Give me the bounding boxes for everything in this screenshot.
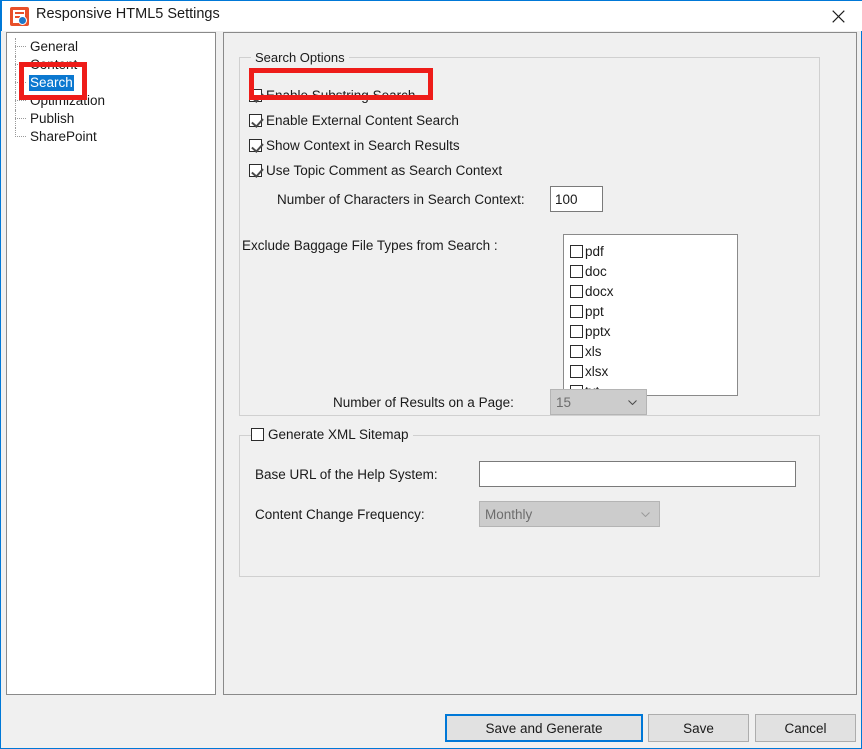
results-per-page-label: Number of Results on a Page:	[333, 395, 514, 410]
sidebar-item-label: Search	[29, 75, 74, 91]
checkbox-box[interactable]	[249, 114, 262, 127]
list-item[interactable]: pptx	[570, 321, 737, 341]
base-url-label: Base URL of the Help System:	[255, 467, 438, 482]
app-document-icon	[10, 7, 29, 26]
list-item[interactable]: xls	[570, 341, 737, 361]
checkbox-box[interactable]	[570, 264, 583, 278]
tree-line	[15, 74, 16, 92]
list-item-label: xlsx	[585, 363, 609, 379]
sidebar-item-content[interactable]: Content	[7, 56, 215, 74]
checkbox-box[interactable]	[570, 344, 583, 358]
change-frequency-label: Content Change Frequency:	[255, 507, 425, 522]
sidebar-item-label: SharePoint	[30, 129, 97, 144]
list-item[interactable]: xlsx	[570, 361, 737, 381]
save-button[interactable]: Save	[648, 714, 749, 742]
list-item[interactable]: ppt	[570, 301, 737, 321]
xml-sitemap-group: Generate XML Sitemap Base URL of the Hel…	[239, 427, 820, 577]
checkbox-box[interactable]	[570, 364, 583, 378]
checkbox-box[interactable]	[249, 164, 262, 177]
checkbox-box[interactable]	[570, 284, 583, 298]
checkbox-box[interactable]	[570, 244, 583, 258]
chars-in-context-label: Number of Characters in Search Context:	[277, 192, 525, 207]
excluded-file-types-list[interactable]: pdf doc docx ppt pptx xls xlsx	[563, 234, 738, 396]
checkbox-box[interactable]	[570, 304, 583, 318]
list-item-label: ppt	[585, 303, 604, 319]
close-icon[interactable]	[816, 1, 861, 31]
cancel-button[interactable]: Cancel	[755, 714, 856, 742]
settings-content-panel: Search Options Enable Substring Search E…	[223, 32, 857, 695]
tree-line	[15, 46, 26, 47]
change-frequency-select[interactable]: Monthly	[479, 501, 660, 527]
search-options-group: Search Options Enable Substring Search E…	[239, 50, 820, 416]
tree-line	[15, 110, 16, 128]
tree-line	[15, 100, 26, 101]
exclude-baggage-label: Exclude Baggage File Types from Search :	[242, 238, 498, 253]
title-bar: Responsive HTML5 Settings	[1, 0, 862, 31]
checkbox-show-context-in-search-results[interactable]: Show Context in Search Results	[249, 138, 460, 153]
checkbox-label: Show Context in Search Results	[266, 138, 460, 153]
window-title: Responsive HTML5 Settings	[36, 6, 220, 22]
checkbox-enable-substring-search[interactable]: Enable Substring Search	[249, 88, 415, 103]
list-item-label: xls	[585, 343, 602, 359]
sidebar-item-sharepoint[interactable]: SharePoint	[7, 128, 215, 146]
save-and-generate-button[interactable]: Save and Generate	[445, 714, 643, 742]
change-frequency-value: Monthly	[485, 506, 533, 522]
list-item[interactable]: pdf	[570, 241, 737, 261]
checkbox-box[interactable]	[249, 89, 262, 102]
list-item[interactable]: docx	[570, 281, 737, 301]
tree-line	[15, 82, 26, 83]
checkbox-generate-xml-sitemap[interactable]: Generate XML Sitemap	[251, 427, 413, 442]
tree-line	[15, 56, 16, 74]
list-item-label: doc	[585, 263, 607, 279]
checkbox-label: Use Topic Comment as Search Context	[266, 163, 503, 178]
sidebar-item-optimization[interactable]: Optimization	[7, 92, 215, 110]
tree-line	[15, 118, 26, 119]
chevron-down-icon	[641, 512, 650, 517]
checkbox-label: Enable Substring Search	[266, 88, 416, 103]
settings-dialog: Responsive HTML5 Settings General Conten…	[0, 0, 862, 749]
checkbox-use-topic-comment-as-search-context[interactable]: Use Topic Comment as Search Context	[249, 163, 502, 178]
tree-line	[15, 136, 26, 137]
tree-line	[15, 92, 16, 110]
sidebar-item-label: Optimization	[30, 93, 106, 108]
tree-line	[15, 38, 16, 56]
list-item-label: pptx	[585, 323, 611, 339]
settings-category-tree[interactable]: General Content Search Optimization Publ…	[6, 32, 216, 695]
results-per-page-value: 15	[556, 394, 572, 410]
checkbox-box[interactable]	[251, 428, 264, 441]
group-title: Search Options	[251, 50, 349, 65]
results-per-page-select[interactable]: 15	[550, 389, 647, 415]
tree-line	[15, 64, 26, 65]
checkbox-box[interactable]	[249, 139, 262, 152]
sidebar-item-publish[interactable]: Publish	[7, 110, 215, 128]
sidebar-item-search[interactable]: Search	[7, 74, 215, 92]
checkbox-label: Generate XML Sitemap	[268, 427, 409, 442]
list-item-label: pdf	[585, 243, 604, 259]
sidebar-item-general[interactable]: General	[7, 38, 215, 56]
chars-in-context-input[interactable]	[550, 186, 603, 212]
list-item-label: docx	[585, 283, 614, 299]
list-item[interactable]: doc	[570, 261, 737, 281]
chevron-down-icon	[628, 400, 637, 405]
checkbox-enable-external-content-search[interactable]: Enable External Content Search	[249, 113, 459, 128]
sidebar-item-label: Content	[30, 57, 78, 72]
base-url-input[interactable]	[479, 461, 796, 487]
checkbox-label: Enable External Content Search	[266, 113, 459, 128]
sidebar-item-label: General	[30, 39, 79, 54]
checkbox-box[interactable]	[570, 324, 583, 338]
sidebar-item-label: Publish	[30, 111, 75, 126]
